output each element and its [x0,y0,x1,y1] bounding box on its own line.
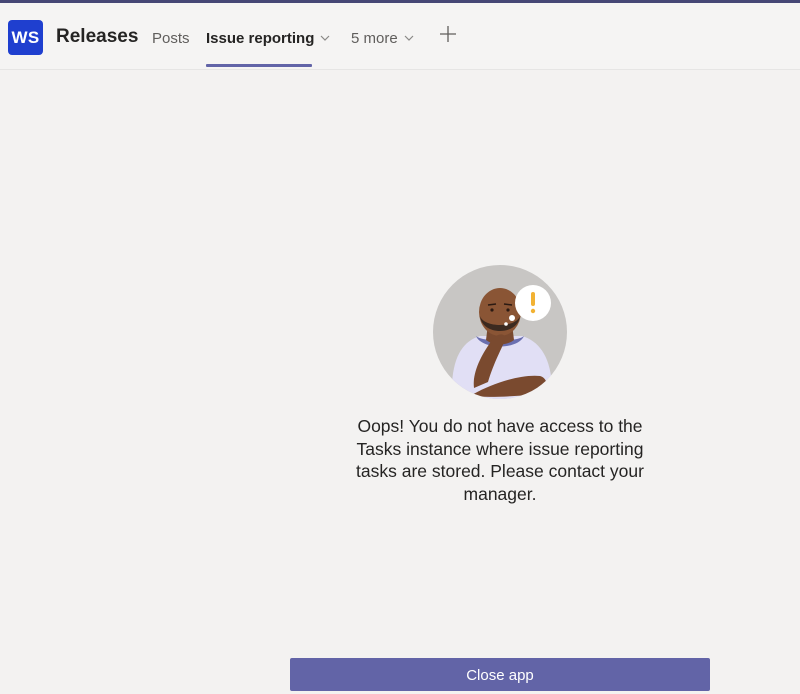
exclamation-icon [531,292,535,306]
message-line: tasks are stored. Please contact your [356,461,644,481]
person-thinking-illustration [430,262,570,402]
active-tab-indicator [206,64,312,67]
tab-more-label: 5 more [351,30,398,47]
close-app-button[interactable]: Close app [290,658,710,691]
plus-icon [440,26,456,42]
access-denied-message: Oops! You do not have access to the Task… [320,415,680,505]
tab-posts-label: Posts [152,30,190,47]
chevron-down-icon [404,33,414,44]
chevron-down-icon[interactable] [320,33,330,44]
message-line: Tasks instance where issue reporting [356,438,644,459]
message-line: Oops! You do not have access to the [357,416,643,436]
tab-more[interactable]: 5 more [351,30,414,47]
app-content [0,70,800,694]
tab-issue-reporting[interactable]: Issue reporting [206,30,330,47]
team-name: Releases [56,26,139,47]
tab-issue-reporting-label: Issue reporting [206,30,315,47]
team-avatar[interactable]: WS [8,20,43,55]
tab-posts[interactable]: Posts [152,30,190,47]
add-tab-button[interactable] [437,25,459,47]
channel-header: WS Releases Posts Issue reporting 5 more [0,3,800,70]
message-line: manager. [463,483,537,504]
